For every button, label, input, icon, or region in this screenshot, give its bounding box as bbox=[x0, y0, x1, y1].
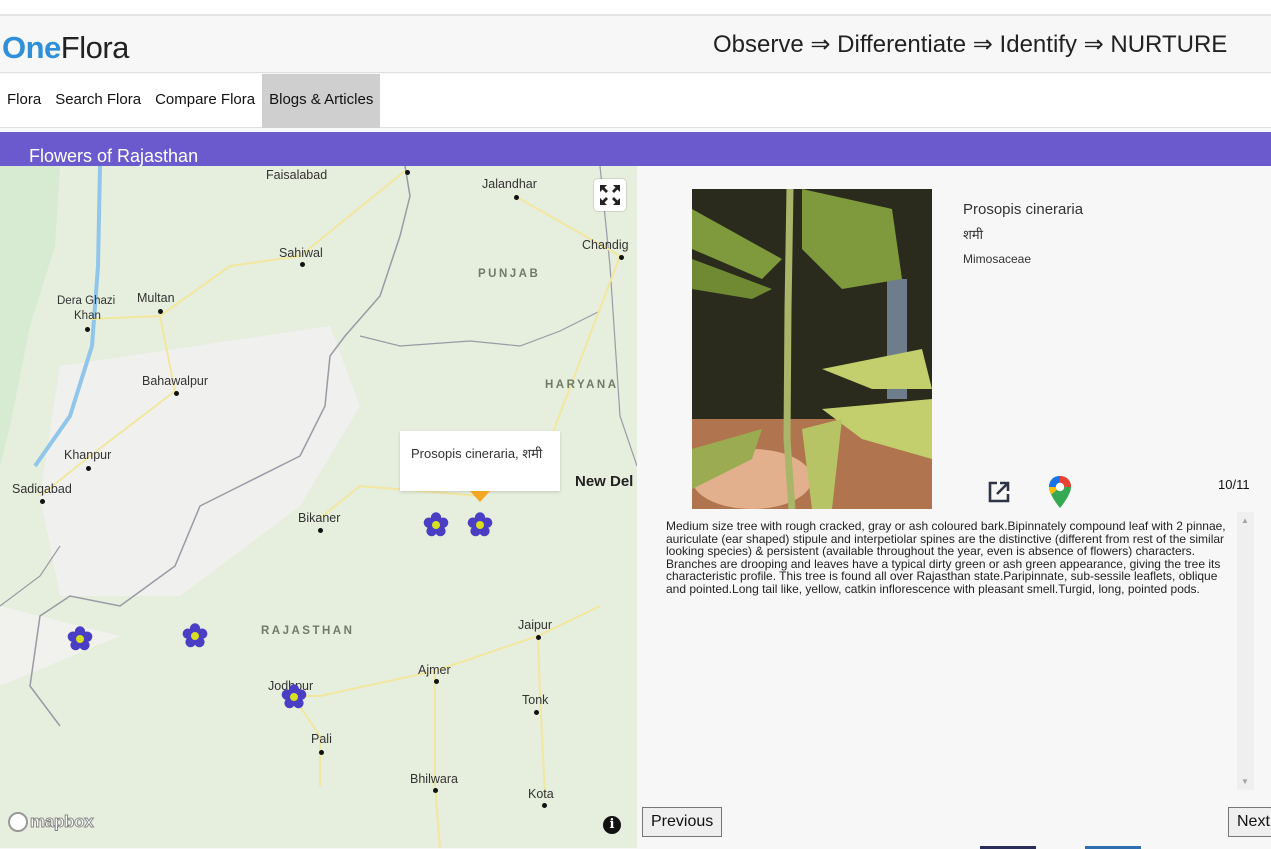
browser-top-strip bbox=[0, 0, 1271, 16]
city-label: Multan bbox=[137, 291, 175, 305]
city-dot bbox=[405, 170, 410, 175]
logo-flora: Flora bbox=[60, 30, 130, 65]
city-dot bbox=[318, 528, 323, 533]
city-dot bbox=[542, 803, 547, 808]
flower-icon bbox=[182, 623, 208, 648]
plant-photo[interactable] bbox=[692, 189, 932, 509]
local-name: शमी bbox=[963, 227, 983, 242]
family-name: Mimosaceae bbox=[963, 252, 1032, 266]
fullscreen-button[interactable] bbox=[594, 179, 626, 211]
city-label: Khanpur bbox=[64, 448, 112, 462]
city-dot bbox=[536, 635, 541, 640]
popup-text: Prosopis cineraria, शमी bbox=[411, 446, 543, 461]
open-external-link-button[interactable] bbox=[986, 479, 1012, 505]
map-pin-icon bbox=[1049, 476, 1071, 508]
city-label: Ajmer bbox=[418, 663, 451, 677]
city-label: Pali bbox=[311, 732, 332, 746]
state-label-punjab: PUNJAB bbox=[478, 268, 541, 280]
description-scrollbar[interactable]: ▲ ▼ bbox=[1237, 512, 1254, 790]
main-nav: Flora Search Flora Compare Flora Blogs &… bbox=[0, 74, 1271, 128]
fullscreen-icon bbox=[600, 185, 620, 205]
city-dot bbox=[158, 309, 163, 314]
city-label: Sadiqabad bbox=[12, 482, 72, 496]
city-dot bbox=[86, 466, 91, 471]
nav-item-search-flora[interactable]: Search Flora bbox=[48, 74, 148, 128]
flower-icon bbox=[67, 626, 93, 651]
onelora-logo[interactable]: OneFlora bbox=[2, 30, 129, 66]
google-maps-button[interactable] bbox=[1048, 475, 1072, 509]
tagline: Observe ⇒ Differentiate ⇒ Identify ⇒ NUR… bbox=[713, 31, 1228, 58]
next-button[interactable]: Next bbox=[1228, 807, 1271, 837]
city-dot bbox=[434, 679, 439, 684]
map-view[interactable]: PUNJAB HARYANA RAJASTHAN Faisalabad Jala… bbox=[0, 166, 637, 848]
city-label: Bahawalpur bbox=[142, 374, 209, 388]
state-label-rajasthan: RAJASTHAN bbox=[261, 625, 355, 637]
plant-description: Medium size tree with rough cracked, gra… bbox=[666, 519, 1226, 596]
city-label: Faisalabad bbox=[266, 168, 328, 182]
flower-marker[interactable] bbox=[65, 624, 95, 654]
city-dot bbox=[319, 750, 324, 755]
city-label-capital: New Del bbox=[575, 473, 634, 490]
popup-tip bbox=[470, 491, 490, 502]
city-dot bbox=[514, 195, 519, 200]
scroll-down-arrow-icon[interactable]: ▼ bbox=[1241, 777, 1249, 786]
city-dot bbox=[534, 710, 539, 715]
city-dot bbox=[433, 788, 438, 793]
city-label: Khan bbox=[74, 310, 101, 322]
city-label: Dera Ghazi bbox=[57, 295, 116, 307]
plant-photo-image bbox=[692, 189, 932, 509]
city-dot bbox=[85, 327, 90, 332]
scientific-name: Prosopis cineraria bbox=[963, 201, 1084, 218]
nav-item-blogs-articles[interactable]: Blogs & Articles bbox=[262, 74, 381, 128]
previous-button[interactable]: Previous bbox=[642, 807, 723, 837]
city-label: Sahiwal bbox=[279, 246, 323, 260]
city-dot bbox=[619, 255, 624, 260]
info-icon[interactable]: i bbox=[603, 816, 621, 834]
flower-icon bbox=[467, 512, 493, 537]
page-banner: Flowers of Rajasthan bbox=[0, 132, 1271, 166]
flower-marker[interactable] bbox=[465, 510, 495, 540]
city-label: Jalandhar bbox=[482, 177, 537, 191]
flower-marker[interactable] bbox=[421, 510, 451, 540]
nav-item-compare-flora[interactable]: Compare Flora bbox=[148, 74, 262, 128]
page-title: Flowers of Rajasthan bbox=[29, 146, 199, 166]
external-link-icon bbox=[988, 481, 1010, 503]
flower-icon bbox=[281, 684, 307, 709]
mapbox-icon bbox=[8, 812, 28, 832]
map-popup: Prosopis cineraria, शमी bbox=[400, 431, 560, 491]
flower-marker[interactable] bbox=[180, 621, 210, 651]
nav-item-flora[interactable]: Flora bbox=[0, 74, 48, 128]
city-dot bbox=[300, 262, 305, 267]
mapbox-attribution[interactable]: mapbox bbox=[8, 812, 94, 832]
city-dot bbox=[174, 391, 179, 396]
site-header: OneFlora Observe ⇒ Differentiate ⇒ Ident… bbox=[0, 18, 1271, 73]
city-label: Chandig bbox=[582, 238, 629, 252]
city-label: Bhilwara bbox=[410, 772, 458, 786]
state-label-haryana: HARYANA bbox=[545, 379, 619, 391]
city-dot bbox=[40, 499, 45, 504]
city-label: Tonk bbox=[522, 693, 549, 707]
city-label: Bikaner bbox=[298, 511, 341, 525]
flower-icon bbox=[423, 512, 449, 537]
plant-detail-panel: Prosopis cineraria शमी Mimosaceae 10/11 … bbox=[637, 166, 1271, 849]
city-label: Kota bbox=[528, 787, 554, 801]
city-label: Jaipur bbox=[518, 618, 553, 632]
logo-one: One bbox=[2, 30, 61, 65]
flower-marker[interactable] bbox=[279, 682, 309, 712]
result-counter: 10/11 bbox=[1218, 477, 1250, 492]
scroll-up-arrow-icon[interactable]: ▲ bbox=[1241, 516, 1249, 525]
mapbox-text: mapbox bbox=[29, 812, 94, 832]
